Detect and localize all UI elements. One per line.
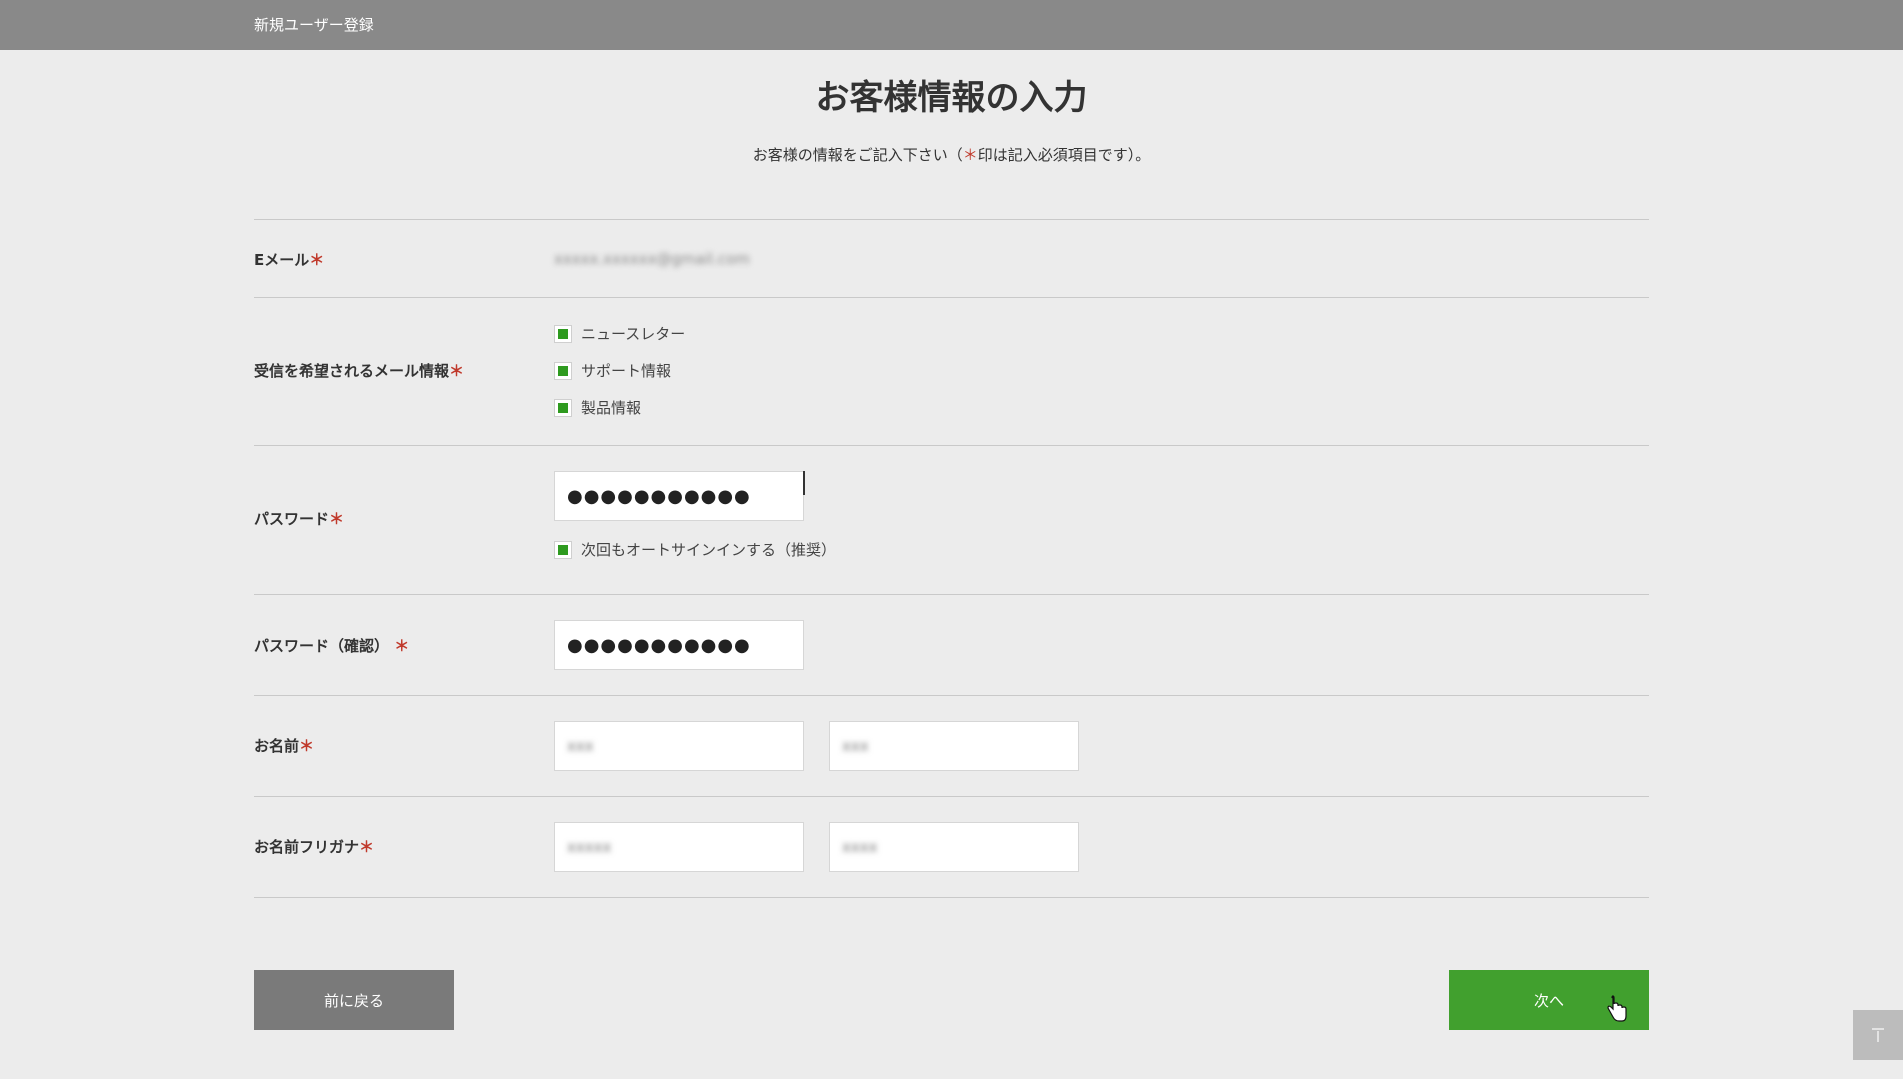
support-info-label: サポート情報 — [581, 362, 672, 380]
support-info-checkbox[interactable] — [554, 361, 572, 380]
password-field-wrap: ●●●●●●●●●●● 次回もオートサインインする（推奨） — [554, 471, 836, 568]
last-name-kana-value: xxxxx — [567, 838, 612, 856]
required-mark: ＊ — [359, 838, 375, 856]
password-confirm-label-text: パスワード（確認） — [254, 637, 390, 655]
product-info-label: 製品情報 — [581, 399, 642, 417]
mail-prefs-label: 受信を希望されるメール情報＊ — [254, 360, 464, 381]
email-value-text: xxxxx.xxxxxx@gmail.com — [554, 250, 750, 268]
name-kana-label: お名前フリガナ＊ — [254, 836, 374, 857]
password-confirm-field-wrap: ●●●●●●●●●●● — [554, 620, 804, 670]
registration-form: Eメール＊ xxxxx.xxxxxx@gmail.com 受信を希望されるメール… — [254, 219, 1649, 898]
first-name-kana-input[interactable]: xxxx — [829, 822, 1079, 872]
last-name-kana-input[interactable]: xxxxx — [554, 822, 804, 872]
first-name-field-wrap: xxx — [829, 721, 1079, 771]
arrow-to-top-icon[interactable] — [1853, 1010, 1903, 1060]
auto-signin-label: 次回もオートサインインする（推奨） — [581, 541, 837, 559]
first-name-kana-value: xxxx — [842, 838, 878, 856]
password-input[interactable]: ●●●●●●●●●●● — [554, 471, 804, 521]
name-label-text: お名前 — [254, 737, 300, 755]
checkmark-icon — [558, 365, 568, 376]
page-subtitle: お客様の情報をご記入下さい（＊印は記入必須項目です）。 — [0, 144, 1903, 165]
required-mark: ＊ — [329, 510, 345, 528]
top-bar: 新規ユーザー登録 — [0, 0, 1903, 50]
email-label-text: Eメール — [254, 251, 310, 269]
checkmark-icon — [558, 402, 568, 413]
back-button[interactable]: 前に戻る — [254, 970, 454, 1030]
last-name-kana-field-wrap: xxxxx — [554, 822, 804, 872]
email-label: Eメール＊ — [254, 249, 324, 270]
required-mark: ＊ — [309, 251, 325, 269]
mail-prefs-row: 受信を希望されるメール情報＊ ニュースレター サポート情報 製品情報 — [254, 298, 1649, 446]
product-info-checkbox[interactable] — [554, 398, 572, 417]
last-name-value: xxx — [567, 737, 594, 755]
required-mark: ＊ — [299, 737, 315, 755]
newsletter-label: ニュースレター — [581, 325, 686, 343]
arrow-up-icon — [1872, 1028, 1884, 1042]
password-confirm-input[interactable]: ●●●●●●●●●●● — [554, 620, 804, 670]
mail-prefs-options: ニュースレター サポート情報 製品情報 — [554, 315, 685, 426]
last-name-field-wrap: xxx — [554, 721, 804, 771]
subtitle-suffix: 印は記入必須項目です）。 — [977, 146, 1151, 164]
password-confirm-label: パスワード（確認） ＊ — [254, 635, 409, 656]
support-info-option[interactable]: サポート情報 — [554, 352, 685, 389]
auto-signin-checkbox[interactable] — [554, 540, 572, 559]
newsletter-checkbox[interactable] — [554, 324, 572, 343]
header-title: 新規ユーザー登録 — [254, 16, 374, 34]
password-confirm-row: パスワード（確認） ＊ ●●●●●●●●●●● — [254, 595, 1649, 696]
checkmark-icon — [558, 328, 568, 339]
last-name-input[interactable]: xxx — [554, 721, 804, 771]
newsletter-option[interactable]: ニュースレター — [554, 315, 685, 352]
checkmark-icon — [558, 544, 568, 555]
name-kana-row: お名前フリガナ＊ xxxxx xxxx — [254, 797, 1649, 898]
name-label: お名前＊ — [254, 735, 314, 756]
mail-prefs-label-text: 受信を希望されるメール情報 — [254, 362, 450, 380]
password-label: パスワード＊ — [254, 508, 344, 529]
email-row: Eメール＊ xxxxx.xxxxxx@gmail.com — [254, 220, 1649, 298]
password-confirm-input-value: ●●●●●●●●●●● — [567, 634, 751, 656]
required-mark: ＊ — [449, 362, 465, 380]
required-mark: ＊ — [394, 637, 410, 655]
hand-pointer-icon — [1607, 995, 1627, 1022]
name-row: お名前＊ xxx xxx — [254, 696, 1649, 797]
page-title: お客様情報の入力 — [815, 78, 1088, 118]
text-cursor — [803, 471, 805, 495]
product-info-option[interactable]: 製品情報 — [554, 389, 685, 426]
name-kana-label-text: お名前フリガナ — [254, 838, 360, 856]
subtitle-prefix: お客様の情報をご記入下さい（ — [752, 146, 963, 164]
required-mark: ＊ — [962, 146, 978, 164]
first-name-value: xxx — [842, 737, 869, 755]
password-row: パスワード＊ ●●●●●●●●●●● 次回もオートサインインする（推奨） — [254, 446, 1649, 595]
email-value: xxxxx.xxxxxx@gmail.com — [554, 249, 750, 268]
password-label-text: パスワード — [254, 510, 330, 528]
auto-signin-option[interactable]: 次回もオートサインインする（推奨） — [554, 531, 836, 568]
first-name-input[interactable]: xxx — [829, 721, 1079, 771]
password-input-value: ●●●●●●●●●●● — [567, 485, 751, 507]
first-name-kana-field-wrap: xxxx — [829, 822, 1079, 872]
